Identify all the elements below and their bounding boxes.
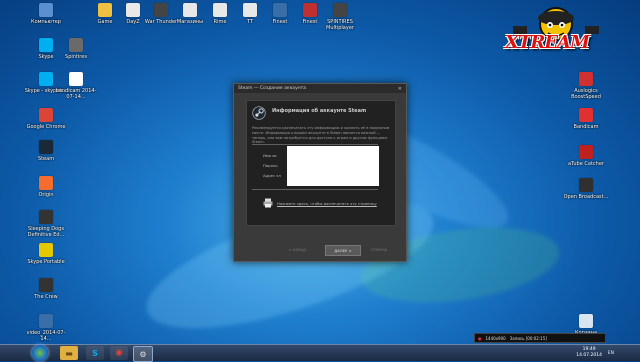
desktop-icon-computer[interactable]: Компьютер xyxy=(22,3,70,25)
xtream-logo-text: XTREAM xyxy=(505,32,590,53)
game-icon xyxy=(39,210,53,224)
steam-icon xyxy=(39,140,53,154)
document-icon xyxy=(213,3,227,17)
desktop-icon-origin[interactable]: Origin xyxy=(22,176,70,198)
desktop-icon-label: aTube Catcher xyxy=(568,161,604,167)
desktop-icon-download[interactable]: aTube Catcher xyxy=(562,145,610,167)
email-label: Адрес эл xyxy=(263,173,281,178)
desktop-icon-label: The Crew xyxy=(34,294,58,300)
video-file-icon xyxy=(39,314,53,328)
desktop-icon-game[interactable]: The Crew xyxy=(22,278,70,300)
dialog-title: Steam — Создание аккаунта xyxy=(238,86,307,91)
desktop-icon-label: Spintires xyxy=(65,54,87,60)
boost-icon xyxy=(579,72,593,86)
computer-icon xyxy=(39,3,53,17)
folder-icon xyxy=(39,243,53,257)
dialog-heading: Информация об аккаунте Steam xyxy=(272,108,367,114)
divider xyxy=(252,189,378,190)
recording-resolution: 1440x900 xyxy=(485,335,506,341)
taskbar-chrome-icon[interactable]: ◉ xyxy=(110,346,128,360)
desktop-icon-label: Bandicam xyxy=(573,124,599,130)
desktop-icon-document[interactable]: bandicam 2014-07-14... xyxy=(52,72,100,100)
origin-icon xyxy=(39,176,53,190)
game-icon xyxy=(69,38,83,52)
record-icon: ● xyxy=(478,335,482,341)
recycle-bin-icon xyxy=(579,314,593,328)
chrome-icon xyxy=(39,108,53,122)
skype-icon xyxy=(39,38,53,52)
desktop-icon-boost[interactable]: Auslogics BoostSpeed xyxy=(562,72,610,100)
recording-status: Запись [00:02:15] xyxy=(509,335,547,341)
clock[interactable]: 19:49 14.07.2014 xyxy=(576,347,602,359)
steam-account-dialog: Steam — Создание аккаунта ✕ Информация о… xyxy=(233,83,407,262)
divider xyxy=(252,144,378,145)
game-icon xyxy=(39,278,53,292)
desktop-icon-game[interactable]: Spintires xyxy=(52,38,100,60)
desktop-icon-game[interactable]: Sleeping Dogs Definitive Ed... xyxy=(22,210,70,238)
dialog-description: Рекомендуется распечатать эту информацию… xyxy=(252,126,390,145)
broadcast-icon xyxy=(579,178,593,192)
desktop-icon-chrome[interactable]: Google Chrome xyxy=(22,108,70,130)
desktop-icon-game[interactable]: SPINTIRES Multiplayer xyxy=(316,3,364,31)
bandicam-status-bar[interactable]: ● 1440x900 Запись [00:02:15] xyxy=(474,333,606,343)
taskbar: ▬ S ◉ ⚙ EN 19:49 14.07.2014 xyxy=(0,344,640,362)
clock-date: 14.07.2014 xyxy=(576,353,602,358)
taskbar-skype-icon[interactable]: S xyxy=(86,346,104,360)
system-tray: EN xyxy=(608,345,614,361)
desktop-icon-label: video_2014-07-14... xyxy=(26,330,66,342)
next-button[interactable]: ДАЛЕЕ > xyxy=(325,245,361,256)
desktop-icon-broadcast[interactable]: Open Broadcast... xyxy=(562,178,610,200)
redacted-account-info xyxy=(287,146,379,186)
desktop-icon-label: Steam xyxy=(37,156,55,162)
xtream-logo: XTREAM xyxy=(503,4,609,56)
app-icon xyxy=(303,3,317,17)
download-icon xyxy=(579,145,593,159)
desktop-icon-label: Компьютер xyxy=(31,19,61,25)
desktop-icon-label: Open Broadcast... xyxy=(563,194,609,200)
desktop-icon-steam[interactable]: Steam xyxy=(22,140,70,162)
steam-logo-icon xyxy=(252,106,266,120)
password-label: Пароль xyxy=(263,163,278,168)
desktop-icon-label: Skype Portable xyxy=(27,259,65,265)
desktop-icon-label: Sleeping Dogs Definitive Ed... xyxy=(27,226,65,238)
desktop-icon-record[interactable]: Bandicam xyxy=(562,108,610,130)
app-icon xyxy=(273,3,287,17)
start-button[interactable] xyxy=(32,345,48,361)
close-icon[interactable]: ✕ xyxy=(398,86,402,92)
game-icon xyxy=(333,3,347,17)
dialog-titlebar[interactable]: Steam — Создание аккаунта ✕ xyxy=(234,84,406,93)
desktop-icon-label: Origin xyxy=(38,192,54,198)
desktop-icon-label: bandicam 2014-07-14... xyxy=(55,88,97,100)
taskbar-explorer-icon[interactable]: ▬ xyxy=(60,346,78,360)
desktop-icon-label: Google Chrome xyxy=(26,124,66,130)
document-icon xyxy=(183,3,197,17)
print-page-link[interactable]: Нажмите здесь, чтобы распечатать эту стр… xyxy=(277,201,377,206)
desktop-icon-label: Auslogics BoostSpeed xyxy=(571,88,601,100)
printer-icon[interactable] xyxy=(263,198,273,208)
desktop-icon-label: SPINTIRES Multiplayer xyxy=(326,19,354,31)
document-icon xyxy=(69,72,83,86)
dialog-content-panel: Информация об аккаунте Steam Рекомендует… xyxy=(246,100,396,226)
cancel-button[interactable]: ОТМЕНА xyxy=(364,245,394,254)
skype-icon xyxy=(39,72,53,86)
account-name-label: Имя ак xyxy=(263,153,277,158)
desktop-icon-video-file[interactable]: video_2014-07-14... xyxy=(22,314,70,342)
desktop-icon-folder[interactable]: Skype Portable xyxy=(22,243,70,265)
document-icon xyxy=(243,3,257,17)
back-button[interactable]: < НАЗАД xyxy=(282,245,312,254)
record-icon xyxy=(579,108,593,122)
language-indicator[interactable]: EN xyxy=(608,351,614,356)
